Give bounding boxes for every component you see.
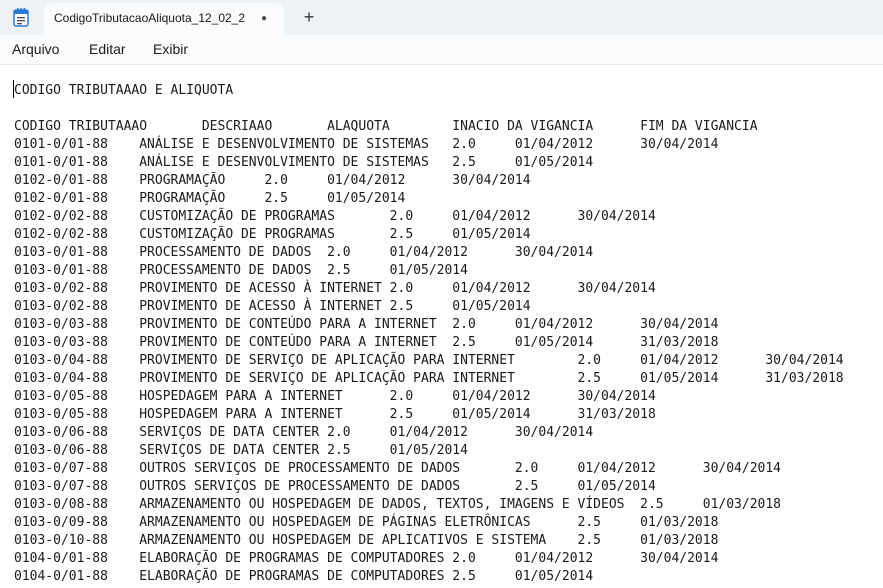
menu-file[interactable]: Arquivo xyxy=(12,41,59,57)
document-line: 0103-0/06-88 SERVIÇOS DE DATA CENTER 2.5… xyxy=(14,443,468,458)
tab-title: CodigoTributacaoAliquota_12_02_2 xyxy=(54,11,246,25)
document-line: 0103-0/02-88 PROVIMENTO DE ACESSO À INTE… xyxy=(14,299,531,314)
document-line: 0102-0/01-88 PROGRAMAÇÃO 2.0 01/04/2012 … xyxy=(14,173,531,188)
document-line: 0102-0/02-88 CUSTOMIZAÇÃO DE PROGRAMAS 2… xyxy=(14,209,656,224)
document-line: 0102-0/02-88 CUSTOMIZAÇÃO DE PROGRAMAS 2… xyxy=(14,227,531,242)
document-line: 0101-0/01-88 ANÁLISE E DESENVOLVIMENTO D… xyxy=(14,155,594,170)
menu-bar: Arquivo Editar Exibir xyxy=(0,35,883,65)
document-line: 0103-0/10-88 ARMAZENAMENTO OU HOSPEDAGEM… xyxy=(14,533,719,548)
text-caret xyxy=(13,80,14,98)
document-line: 0103-0/04-88 PROVIMENTO DE SERVIÇO DE AP… xyxy=(14,353,844,368)
document-line: 0103-0/08-88 ARMAZENAMENTO OU HOSPEDAGEM… xyxy=(14,497,782,512)
document-line: 0102-0/01-88 PROGRAMAÇÃO 2.5 01/05/2014 xyxy=(14,191,406,206)
document-line: 0103-0/04-88 PROVIMENTO DE SERVIÇO DE AP… xyxy=(14,371,844,386)
unsaved-indicator-icon[interactable]: ● xyxy=(256,11,272,27)
document-line: 0103-0/01-88 PROCESSAMENTO DE DADOS 2.5 … xyxy=(14,263,468,278)
menu-edit[interactable]: Editar xyxy=(89,41,126,57)
tab-document[interactable]: CodigoTributacaoAliquota_12_02_2 ● xyxy=(44,3,284,35)
text-editor[interactable]: CODIGO TRIBUTAAAO E ALIQUOTA CODIGO TRIBU… xyxy=(0,65,883,588)
document-line: 0103-0/03-88 PROVIMENTO DE CONTEÚDO PARA… xyxy=(14,317,719,332)
column-header-line: CODIGO TRIBUTAAAO DESCRIAAO ALAQUOTA INA… xyxy=(14,119,758,134)
menu-view[interactable]: Exibir xyxy=(153,41,188,57)
document-line: 0103-0/05-88 HOSPEDAGEM PARA A INTERNET … xyxy=(14,407,656,422)
document-line: 0103-0/07-88 OUTROS SERVIÇOS DE PROCESSA… xyxy=(14,461,782,476)
document-line: 0103-0/07-88 OUTROS SERVIÇOS DE PROCESSA… xyxy=(14,479,656,494)
document-line: 0103-0/02-88 PROVIMENTO DE ACESSO À INTE… xyxy=(14,281,656,296)
new-tab-button[interactable]: + xyxy=(298,6,320,28)
document-line: 0104-0/01-88 ELABORAÇÃO DE PROGRAMAS DE … xyxy=(14,551,719,566)
document-line: 0103-0/05-88 HOSPEDAGEM PARA A INTERNET … xyxy=(14,389,656,404)
document-line: 0103-0/01-88 PROCESSAMENTO DE DADOS 2.0 … xyxy=(14,245,594,260)
notepad-icon xyxy=(12,7,30,27)
tab-bar: CodigoTributacaoAliquota_12_02_2 ● + xyxy=(0,0,883,35)
document-heading: CODIGO TRIBUTAAAO E ALIQUOTA xyxy=(14,83,234,98)
document-line: 0103-0/03-88 PROVIMENTO DE CONTEÚDO PARA… xyxy=(14,335,719,350)
document-line: 0101-0/01-88 ANÁLISE E DESENVOLVIMENTO D… xyxy=(14,137,719,152)
document-line: 0103-0/09-88 ARMAZENAMENTO OU HOSPEDAGEM… xyxy=(14,515,719,530)
document-line: 0103-0/06-88 SERVIÇOS DE DATA CENTER 2.0… xyxy=(14,425,594,440)
document-line: 0104-0/01-88 ELABORAÇÃO DE PROGRAMAS DE … xyxy=(14,569,594,584)
